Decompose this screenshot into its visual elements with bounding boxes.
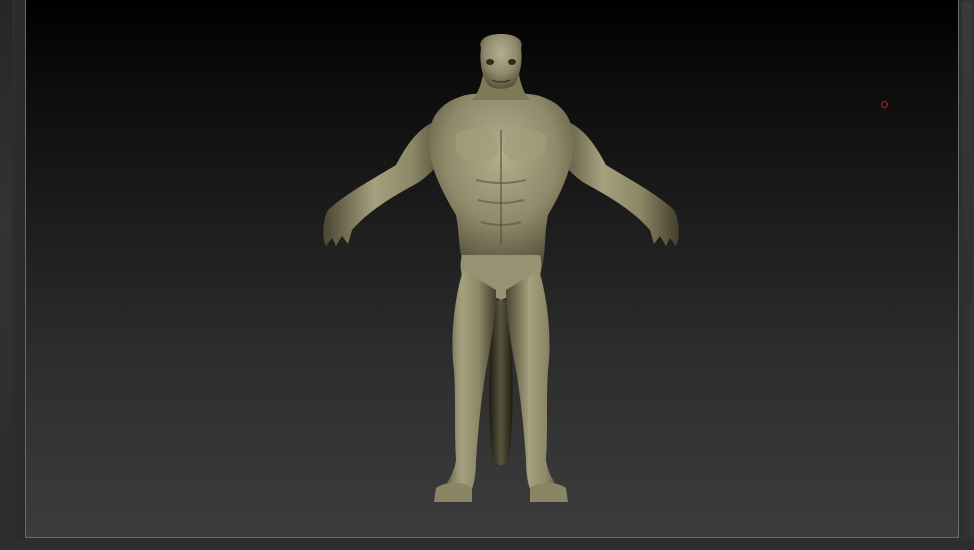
right-foot: [530, 482, 568, 502]
sculpt-app: [0, 0, 974, 550]
bottom-shelf: [0, 539, 974, 550]
left-scrollbar[interactable]: [0, 0, 12, 550]
pivot-point-icon[interactable]: [881, 101, 888, 108]
sculpt-model[interactable]: [26, 0, 958, 537]
left-foot: [434, 482, 472, 502]
right-shelf: [959, 0, 974, 550]
left-leg: [438, 270, 496, 500]
canvas-viewport[interactable]: [25, 0, 959, 538]
right-leg: [506, 270, 564, 500]
right-scrollbar[interactable]: [962, 2, 972, 302]
